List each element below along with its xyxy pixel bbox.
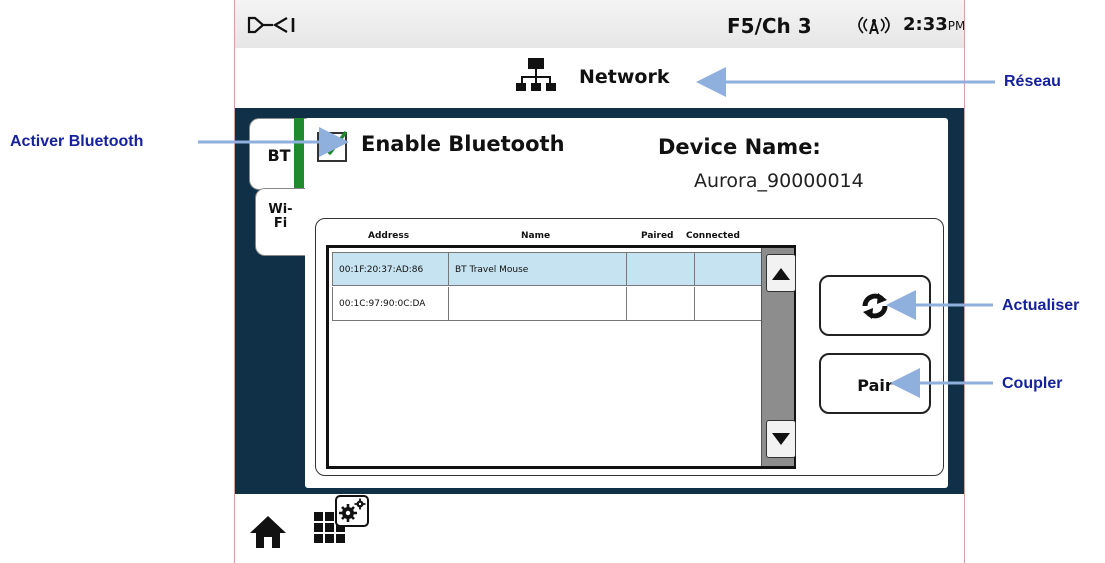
cell-paired	[627, 252, 695, 286]
bottom-nav	[235, 494, 964, 563]
annotation-enable-bluetooth: Activer Bluetooth	[10, 133, 144, 150]
device-list-group: Address Name Paired Connected 00:1F:20:3…	[315, 218, 944, 476]
column-header-name: Name	[521, 231, 551, 241]
cell-connected	[695, 252, 762, 286]
enable-bluetooth-label: Enable Bluetooth	[361, 132, 565, 156]
frequency-channel: F5/Ch 3	[727, 14, 812, 38]
enable-bluetooth-checkbox[interactable]	[317, 130, 348, 162]
annotation-network: Réseau	[1004, 73, 1061, 90]
scroll-down-button[interactable]	[766, 420, 796, 458]
apps-settings-icon[interactable]	[312, 494, 370, 550]
network-icon	[516, 58, 556, 91]
column-header-paired: Paired	[641, 231, 674, 241]
active-tab-indicator	[294, 118, 304, 188]
home-icon[interactable]	[249, 514, 287, 550]
arrow-up-icon	[772, 268, 790, 280]
cell-address: 00:1C:97:90:0C:DA	[332, 287, 449, 321]
cell-address: 00:1F:20:37:AD:86	[332, 252, 449, 286]
checkmark-icon	[320, 130, 348, 155]
dci-logo	[247, 16, 295, 34]
refresh-button[interactable]	[819, 275, 931, 336]
telemetry-signal-icon	[858, 17, 890, 35]
column-header-address: Address	[368, 231, 410, 241]
annotation-pair: Coupler	[1002, 375, 1063, 392]
scroll-up-button[interactable]	[766, 254, 796, 292]
pair-button[interactable]: Pair	[819, 353, 931, 414]
clock-suffix: PM	[947, 19, 965, 33]
refresh-icon	[862, 293, 888, 319]
status-bar: F5/Ch 3 2:33PM	[235, 0, 964, 49]
cell-connected	[695, 287, 762, 321]
cell-paired	[627, 287, 695, 321]
table-row[interactable]: 00:1C:97:90:0C:DA	[332, 287, 762, 321]
scrollbar[interactable]	[761, 248, 796, 466]
device-screen: F5/Ch 3 2:33PM Network BT Wi- Fi Enable …	[234, 0, 965, 563]
device-table: 00:1F:20:37:AD:86 BT Travel Mouse 00:1C:…	[326, 245, 796, 469]
clock: 2:33PM	[903, 14, 965, 35]
cell-name	[449, 287, 627, 321]
device-name-value: Aurora_90000014	[694, 170, 864, 192]
tab-wifi[interactable]: Wi- Fi	[255, 188, 305, 256]
column-header-connected: Connected	[686, 231, 740, 241]
cell-name: BT Travel Mouse	[449, 252, 627, 286]
page-title: Network	[579, 66, 670, 88]
annotation-refresh: Actualiser	[1002, 297, 1080, 314]
arrow-down-icon	[772, 433, 790, 445]
title-bar: Network	[235, 48, 964, 108]
content-area: BT Wi- Fi Enable Bluetooth Device Name: A…	[235, 108, 964, 494]
clock-time: 2:33	[903, 14, 948, 35]
device-name-label: Device Name:	[658, 135, 821, 159]
table-row[interactable]: 00:1F:20:37:AD:86 BT Travel Mouse	[332, 252, 762, 286]
bluetooth-panel: Enable Bluetooth Device Name: Aurora_900…	[305, 118, 948, 488]
